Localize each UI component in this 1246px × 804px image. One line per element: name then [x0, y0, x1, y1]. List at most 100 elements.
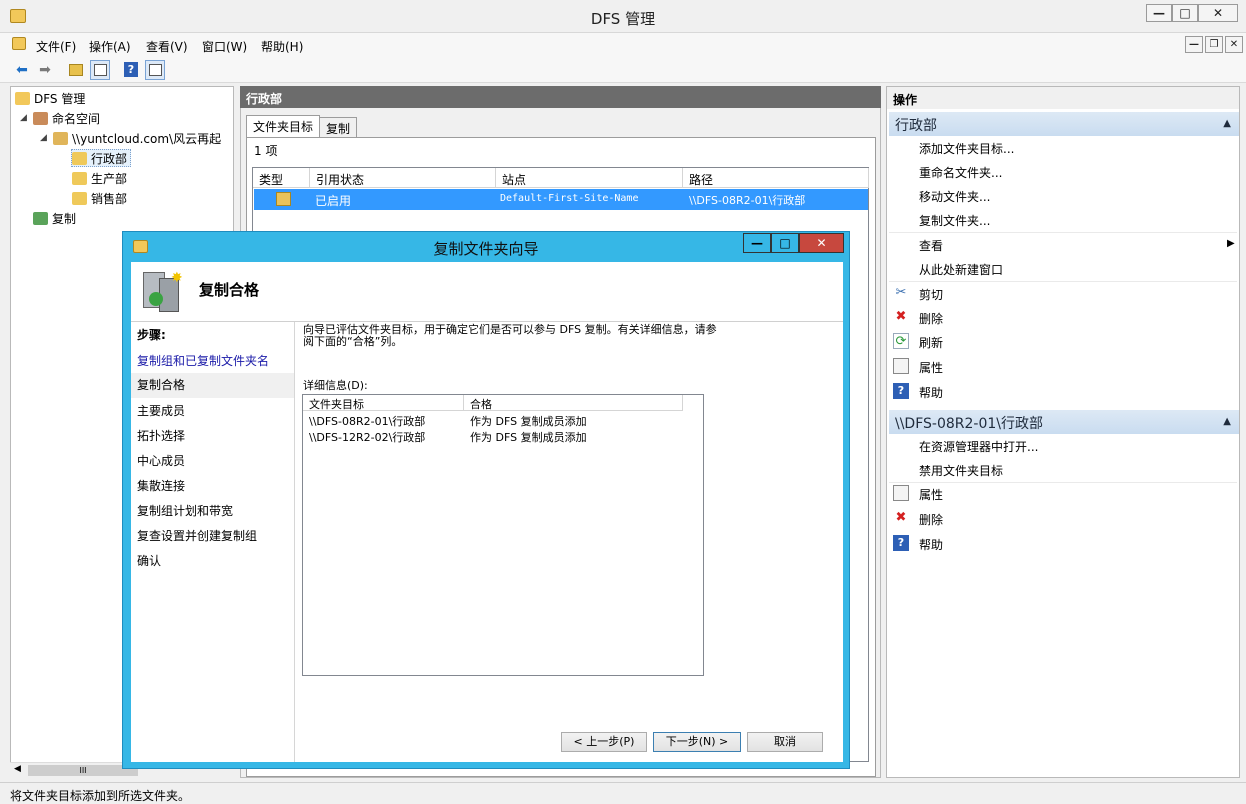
status-bar: 将文件夹目标添加到所选文件夹。	[0, 782, 1246, 804]
row-status: 已启用	[315, 194, 352, 208]
details-list[interactable]: 文件夹目标 合格 \\DFS-08R2-01\行政部 作为 DFS 复制成员添加…	[302, 394, 704, 676]
action-refresh[interactable]: 刷新	[919, 334, 943, 351]
tree-item-folder-admin[interactable]: 行政部	[71, 149, 132, 167]
up-folder-icon[interactable]	[66, 60, 86, 80]
replication-wizard-icon: ✸	[139, 270, 183, 314]
window-title: DFS 管理	[590, 10, 656, 28]
properties-icon	[893, 358, 909, 374]
menu-window[interactable]: 窗口(W)	[202, 38, 247, 55]
action-target-delete[interactable]: 删除	[919, 511, 943, 528]
tab-replication[interactable]: 复制	[319, 117, 358, 137]
mdi-close-button[interactable]: ✕	[1225, 36, 1243, 53]
action-add-folder-target[interactable]: 添加文件夹目标...	[919, 140, 1014, 157]
step-primary-member: 主要成员	[137, 404, 186, 418]
action-view[interactable]: 查看	[919, 237, 943, 254]
details-column-eligible[interactable]: 合格	[464, 395, 683, 411]
column-header-path[interactable]: 路径	[683, 168, 869, 188]
menu-help[interactable]: 帮助(H)	[261, 38, 303, 55]
minimize-button[interactable]: —	[1146, 4, 1172, 22]
scroll-left-icon[interactable]: ◀	[14, 764, 21, 774]
show-hide-tree-icon[interactable]	[90, 60, 110, 80]
action-delete[interactable]: 删除	[919, 310, 943, 327]
step-link-group-name[interactable]: 复制组和已复制文件夹名	[137, 352, 269, 369]
tree-item-label: 生产部	[91, 171, 128, 186]
next-button[interactable]: 下一步(N) >	[653, 732, 741, 752]
dialog-close-button[interactable]: ✕	[799, 233, 844, 253]
tree-item-folder-production[interactable]: 生产部	[72, 169, 127, 187]
dialog-maximize-button[interactable]: □	[771, 233, 799, 253]
separator	[889, 281, 1237, 282]
action-cut[interactable]: 剪切	[919, 286, 943, 303]
dialog-minimize-button[interactable]: —	[743, 233, 771, 253]
submenu-arrow-icon: ▶	[1227, 238, 1235, 249]
menu-view[interactable]: 查看(V)	[146, 38, 188, 55]
show-hide-action-pane-icon[interactable]	[145, 60, 165, 80]
actions-pane: 操作 行政部 ▲ 添加文件夹目标... 重命名文件夹... 移动文件夹... 复…	[886, 86, 1240, 778]
cut-scissors-icon: ✂	[895, 285, 907, 300]
forward-arrow-icon[interactable]: ➡	[35, 60, 55, 80]
close-button[interactable]: ✕	[1198, 4, 1238, 22]
row-site: Default-First-Site-Name	[500, 193, 639, 204]
wizard-header: ✸ 复制合格	[131, 262, 843, 322]
help-icon[interactable]: ?	[121, 60, 141, 80]
dialog-client: ✸ 复制合格 步骤: 复制组和已复制文件夹名 复制合格 主要成员 拓扑选择 中心…	[131, 262, 843, 762]
menu-action[interactable]: 操作(A)	[89, 38, 131, 55]
replication-icon	[33, 211, 48, 225]
actions-group-folder[interactable]: 行政部 ▲	[889, 112, 1239, 136]
column-header-type[interactable]: 类型	[253, 168, 310, 188]
action-properties[interactable]: 属性	[919, 359, 943, 376]
step-topology: 拓扑选择	[137, 429, 186, 443]
details-row-target: \\DFS-12R2-02\行政部	[309, 431, 426, 444]
menu-file[interactable]: 文件(F)	[36, 38, 76, 55]
action-target-properties[interactable]: 属性	[919, 486, 943, 503]
properties-icon	[893, 485, 909, 501]
column-header-status[interactable]: 引用状态	[310, 168, 496, 188]
wizard-page-title: 复制合格	[199, 281, 260, 299]
tree-item-replication[interactable]: 复制	[33, 209, 76, 227]
mdi-minimize-button[interactable]: —	[1185, 36, 1203, 53]
tree-item-label: 复制	[52, 211, 77, 226]
delete-x-icon: ✖	[895, 510, 907, 525]
mmc-icon[interactable]	[12, 37, 26, 50]
tree-item-label: 命名空间	[52, 111, 101, 126]
collapse-icon[interactable]: ◢	[40, 133, 47, 143]
collapse-up-icon[interactable]: ▲	[1223, 416, 1231, 427]
action-open-in-explorer[interactable]: 在资源管理器中打开...	[919, 438, 1038, 455]
mdi-restore-button[interactable]: ❐	[1205, 36, 1223, 53]
delete-x-icon: ✖	[895, 309, 907, 324]
column-header-site[interactable]: 站点	[496, 168, 683, 188]
eligibility-description: 向导已评估文件夹目标，用于确定它们是否可以参与 DFS 复制。有关详细信息，请参…	[303, 323, 717, 348]
details-label: 详细信息(D):	[303, 379, 368, 392]
back-button[interactable]: < 上一步(P)	[561, 732, 647, 752]
action-disable-target[interactable]: 禁用文件夹目标	[919, 462, 1003, 479]
collapse-up-icon[interactable]: ▲	[1223, 118, 1231, 129]
action-replicate-folder[interactable]: 复制文件夹...	[919, 212, 990, 229]
actions-group-target[interactable]: \\DFS-08R2-01\行政部 ▲	[889, 410, 1239, 434]
collapse-icon[interactable]: ◢	[20, 113, 27, 123]
maximize-button[interactable]: □	[1172, 4, 1198, 22]
folder-icon	[72, 191, 87, 205]
action-new-window[interactable]: 从此处新建窗口	[919, 261, 1003, 278]
tree-item-namespaces[interactable]: 命名空间	[33, 109, 100, 127]
wizard-content: 向导已评估文件夹目标，用于确定它们是否可以参与 DFS 复制。有关详细信息，请参…	[295, 322, 843, 762]
table-row[interactable]: 已启用 Default-First-Site-Name \\DFS-08R2-0…	[254, 189, 868, 210]
details-column-target[interactable]: 文件夹目标	[303, 395, 464, 411]
action-target-help[interactable]: 帮助	[919, 536, 943, 553]
action-help[interactable]: 帮助	[919, 384, 943, 401]
actions-group-label: 行政部	[895, 118, 937, 134]
tab-folder-targets[interactable]: 文件夹目标	[246, 115, 321, 138]
action-rename-folder[interactable]: 重命名文件夹...	[919, 164, 1002, 181]
help-icon: ?	[893, 383, 909, 399]
tree-root[interactable]: DFS 管理	[15, 89, 85, 107]
actions-title: 操作	[887, 87, 1239, 109]
cancel-button[interactable]: 取消	[747, 732, 823, 752]
step-confirmation: 确认	[137, 554, 162, 568]
step-hub-spoke-connections: 集散连接	[137, 479, 186, 493]
back-arrow-icon[interactable]: ⬅	[12, 60, 32, 80]
details-row-eligible: 作为 DFS 复制成员添加	[470, 431, 587, 444]
action-move-folder[interactable]: 移动文件夹...	[919, 188, 990, 205]
details-row-eligible: 作为 DFS 复制成员添加	[470, 415, 587, 428]
help-icon: ?	[893, 535, 909, 551]
tree-item-folder-sales[interactable]: 销售部	[72, 189, 127, 207]
tree-item-namespace-path[interactable]: \\yuntcloud.com\风云再起	[53, 129, 221, 147]
